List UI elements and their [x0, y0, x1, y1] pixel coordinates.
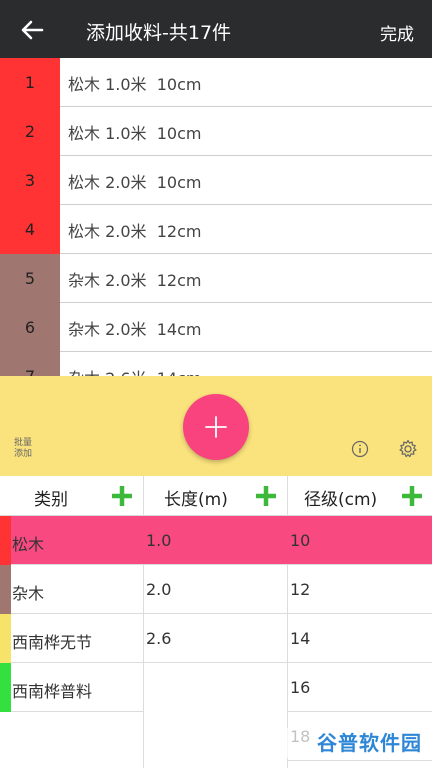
diameter-header-label: 径级(cm): [304, 490, 378, 510]
category-option[interactable]: 杂木: [0, 565, 144, 614]
length-option-label: 2.0: [146, 580, 172, 599]
length-option[interactable]: 2.0: [144, 565, 288, 614]
page-title: 添加收料-共17件: [86, 22, 232, 44]
length-option-label: 1.0: [146, 531, 172, 550]
diameter-option[interactable]: 10: [288, 516, 432, 565]
length-header: 长度(m): [144, 476, 288, 516]
app-header: 添加收料-共17件 完成: [0, 0, 432, 58]
length-option[interactable]: 2.6: [144, 614, 288, 663]
info-icon[interactable]: [351, 440, 369, 458]
record-description: 松木 2.0米 12cm: [68, 221, 202, 241]
category-option-label: 杂木: [12, 584, 45, 603]
record-description: 杂木 2.0米 14cm: [68, 319, 202, 339]
action-band: 批量添加: [0, 376, 432, 476]
record-number: 6: [0, 303, 60, 352]
diameter-option[interactable]: 16: [288, 663, 432, 712]
record-row[interactable]: 4 松木 2.0米 12cm: [0, 205, 432, 254]
category-header-label: 类别: [34, 490, 68, 510]
length-option-label: 2.6: [146, 629, 172, 648]
category-color-swatch: [0, 614, 11, 663]
done-button[interactable]: 完成: [380, 20, 414, 45]
record-row[interactable]: 2 松木 1.0米 10cm: [0, 107, 432, 156]
batch-add-button[interactable]: 批量添加: [14, 438, 38, 460]
category-color-swatch: [0, 663, 11, 712]
diameter-option-label: 16: [290, 678, 311, 697]
diameter-header: 径级(cm): [288, 476, 432, 516]
record-number: 1: [0, 58, 60, 107]
record-description: 松木 2.0米 10cm: [68, 172, 202, 192]
category-options: 松木杂木西南桦无节西南桦普料: [0, 516, 144, 712]
category-color-swatch: [0, 516, 11, 565]
record-number: 2: [0, 107, 60, 156]
record-number: 4: [0, 205, 60, 254]
record-row[interactable]: 6 杂木 2.0米 14cm: [0, 303, 432, 352]
record-number: 7: [0, 352, 60, 376]
length-option[interactable]: 1.0: [144, 516, 288, 565]
add-category-icon[interactable]: [110, 484, 134, 508]
column-headers: 类别 长度(m) 径级(cm): [0, 476, 432, 516]
category-color-swatch: [0, 565, 11, 614]
category-option-label: 西南桦普料: [12, 682, 93, 701]
diameter-option[interactable]: 12: [288, 565, 432, 614]
gear-icon[interactable]: [398, 439, 418, 459]
diameter-option-label: 10: [290, 531, 311, 550]
record-row[interactable]: 3 松木 2.0米 10cm: [0, 156, 432, 205]
record-description: 松木 1.0米 10cm: [68, 74, 202, 94]
watermark-text: 谷普软件园: [317, 731, 422, 755]
back-arrow-icon[interactable]: [18, 16, 46, 44]
record-description: 杂木 2.0米 12cm: [68, 270, 202, 290]
record-description: 松木 1.0米 10cm: [68, 123, 202, 143]
record-number: 3: [0, 156, 60, 205]
record-row[interactable]: 7 杂木 2.6米 14cm: [0, 352, 432, 376]
diameter-option[interactable]: 14: [288, 614, 432, 663]
add-length-icon[interactable]: [254, 484, 278, 508]
category-option[interactable]: 西南桦无节: [0, 614, 144, 663]
length-header-label: 长度(m): [164, 490, 228, 510]
category-option[interactable]: 西南桦普料: [0, 663, 144, 712]
add-diameter-icon[interactable]: [400, 484, 424, 508]
length-options: 1.0 2.0 2.6: [144, 516, 288, 663]
category-option-label: 西南桦无节: [12, 633, 93, 652]
record-list[interactable]: 1 松木 1.0米 10cm 2 松木 1.0米 10cm 3 松木 2.0米 10cm 4…: [0, 58, 432, 376]
diameter-option-label: 14: [290, 629, 311, 648]
add-record-button[interactable]: [183, 394, 249, 460]
record-number: 5: [0, 254, 60, 303]
diameter-option-label: 12: [290, 580, 311, 599]
record-row[interactable]: 5 杂木 2.0米 12cm: [0, 254, 432, 303]
plus-icon: [205, 416, 227, 438]
category-option[interactable]: 松木: [0, 516, 144, 565]
record-description: 杂木 2.6米 14cm: [68, 352, 201, 377]
category-header: 类别: [0, 476, 144, 516]
record-row[interactable]: 1 松木 1.0米 10cm: [0, 58, 432, 107]
category-option-label: 松木: [12, 535, 45, 554]
